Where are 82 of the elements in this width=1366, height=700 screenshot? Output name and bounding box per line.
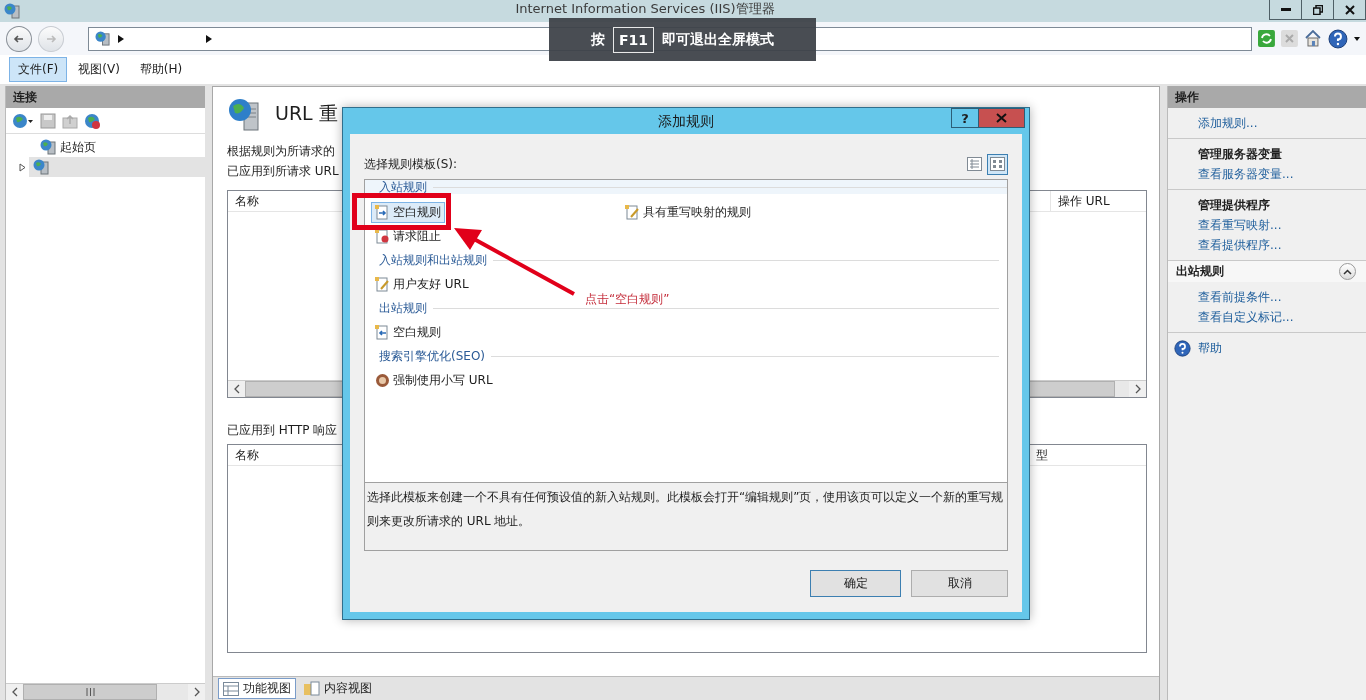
server-globe-icon — [40, 139, 56, 155]
view-tab[interactable]: 内容视图 — [299, 678, 377, 699]
tree-item[interactable]: 起始页 — [36, 137, 100, 157]
collapse-button[interactable] — [1339, 263, 1356, 280]
app-icon — [4, 3, 20, 19]
dialog-title: 添加规则 — [658, 112, 714, 131]
category-heading: 出站规则 — [379, 301, 427, 315]
action-link[interactable]: 查看提供程序... — [1198, 235, 1282, 255]
grid-icon — [223, 681, 239, 696]
back-button[interactable] — [6, 25, 32, 52]
document-pencil-icon — [625, 204, 640, 220]
rule-template[interactable]: 请求阻止 — [371, 225, 445, 247]
close-icon — [1344, 4, 1355, 15]
breadcrumb-arrow-icon — [117, 34, 124, 43]
scroll-right-icon[interactable] — [1133, 384, 1142, 394]
dropdown-caret-icon — [1354, 34, 1360, 43]
tree-item[interactable] — [29, 157, 205, 177]
help-button[interactable]: ? — [951, 108, 979, 128]
disconnect-globe-icon[interactable] — [84, 112, 101, 129]
action-link[interactable]: 查看重写映射... — [1198, 215, 1282, 235]
rule-template[interactable]: 强制使用小写 URL — [371, 369, 497, 391]
cancel-button[interactable]: 取消 — [911, 570, 1008, 597]
view-tab[interactable]: 功能视图 — [218, 678, 296, 699]
table-caption: 已应用到所请求 URL — [227, 163, 339, 180]
help-icon — [1174, 339, 1191, 357]
restore-icon — [1312, 4, 1323, 15]
action-link[interactable]: 查看自定义标记... — [1198, 307, 1294, 327]
action-heading: 管理服务器变量 — [1197, 146, 1283, 163]
template-description: 选择此模板来创建一个不具有任何预设值的新入站规则。此模板会打开“编辑规则”页，使用该页可以定义一个新的重写规则来更改所请求的 URL 地址。 — [367, 490, 1004, 528]
chevron-up-icon — [1343, 268, 1352, 275]
document-pencil-icon — [375, 276, 390, 292]
help-link[interactable]: 帮助 — [1168, 338, 1222, 358]
folder-document-icon — [304, 681, 320, 696]
field-label: 选择规则模板(S): — [364, 155, 458, 173]
action-link[interactable]: 添加规则... — [1198, 113, 1258, 133]
connect-globe-icon[interactable] — [12, 112, 34, 129]
rule-template[interactable]: 空白规则 — [371, 321, 445, 343]
table-caption: 已应用到 HTTP 响应 — [227, 422, 338, 439]
column-header[interactable]: 操作 URL — [1050, 191, 1146, 211]
hint-text: 按 — [590, 30, 605, 49]
grip-icon — [85, 688, 95, 696]
category-heading: 入站规则和出站规则 — [379, 253, 487, 267]
hint-text: 即可退出全屏模式 — [662, 30, 774, 49]
pane-header: 操作 — [1168, 86, 1366, 108]
key-cap: F11 — [612, 26, 654, 53]
section-title: 出站规则 — [1176, 263, 1224, 280]
server-globe-icon — [33, 159, 49, 175]
tile-view-button[interactable] — [987, 153, 1008, 175]
annotation-text: 点击“空白规则” — [585, 291, 670, 308]
breadcrumb-arrow-icon — [205, 34, 212, 43]
menu-item[interactable]: 帮助(H) — [130, 57, 192, 82]
server-globe-icon — [94, 31, 110, 46]
close-button[interactable] — [1333, 0, 1366, 20]
rule-template[interactable]: 具有重写映射的规则 — [621, 201, 755, 223]
ok-button[interactable]: 确定 — [810, 570, 901, 597]
rule-template[interactable]: 空白规则 — [371, 201, 445, 223]
server-globe-icon — [227, 97, 261, 131]
category-heading: 搜索引擎优化(SEO) — [379, 349, 485, 363]
home-icon[interactable] — [1304, 30, 1323, 47]
refresh-icon[interactable] — [1258, 30, 1276, 47]
window-title: Internet Information Services (IIS)管理器 — [514, 1, 776, 16]
scroll-right-icon[interactable] — [192, 687, 201, 697]
menu-item[interactable]: 文件(F) — [9, 57, 68, 82]
horizontal-scrollbar[interactable] — [6, 683, 205, 700]
pane-header: 连接 — [6, 86, 205, 108]
category-heading: 入站规则 — [379, 180, 427, 194]
minimize-button[interactable] — [1269, 0, 1302, 20]
minimize-icon — [1280, 8, 1291, 11]
action-link[interactable]: 查看服务器变量... — [1198, 164, 1294, 184]
document-block-icon — [375, 228, 390, 244]
action-heading: 管理提供程序 — [1197, 197, 1271, 214]
clock-badge-icon — [375, 372, 390, 388]
close-icon — [996, 113, 1007, 123]
feature-title: URL 重 — [275, 101, 338, 126]
help-icon[interactable] — [1328, 28, 1349, 49]
rule-template[interactable]: 用户友好 URL — [371, 273, 473, 295]
expand-icon[interactable] — [18, 162, 27, 172]
scroll-left-icon[interactable] — [232, 384, 241, 394]
feature-description: 根据规则为所请求的 — [227, 143, 335, 160]
menu-item[interactable]: 视图(V) — [69, 57, 129, 82]
action-link[interactable]: 查看前提条件... — [1198, 287, 1282, 307]
scroll-left-icon[interactable] — [10, 687, 19, 697]
